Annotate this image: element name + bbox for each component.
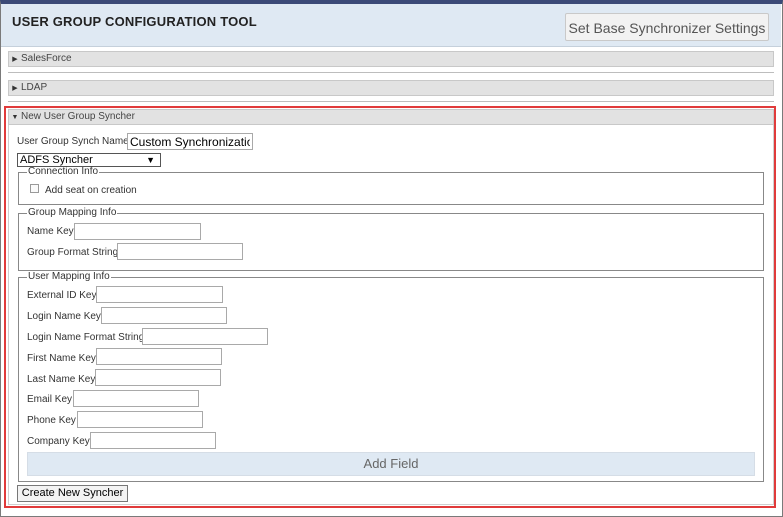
app-header: USER GROUP CONFIGURATION TOOL Set Base S… — [1, 4, 781, 47]
login-name-input[interactable] — [101, 307, 227, 324]
add-seat-label: Add seat on creation — [45, 185, 137, 196]
group-mapping-legend: Group Mapping Info — [28, 207, 117, 218]
user-mapping-legend: User Mapping Info — [28, 271, 110, 282]
add-seat-checkbox[interactable] — [30, 184, 39, 193]
divider — [8, 101, 774, 102]
syncher-type-value: ADFS Syncher — [20, 154, 93, 166]
page-title: USER GROUP CONFIGURATION TOOL — [12, 14, 257, 29]
synch-name-input[interactable] — [127, 133, 253, 150]
first-name-label: First Name Key — [27, 353, 96, 364]
email-input[interactable] — [73, 390, 199, 407]
phone-input[interactable] — [77, 411, 203, 428]
login-name-label: Login Name Key — [27, 311, 101, 322]
company-input[interactable] — [90, 432, 216, 449]
last-name-label: Last Name Key — [27, 374, 96, 385]
accordion-label: LDAP — [21, 82, 48, 93]
accordion-salesforce[interactable]: ▶ SalesForce — [8, 51, 774, 67]
dropdown-arrow-icon: ▼ — [146, 155, 155, 165]
external-id-input[interactable] — [96, 286, 223, 303]
company-label: Company Key — [27, 436, 90, 447]
connection-info-legend: Connection Info — [28, 166, 99, 177]
caret-right-icon: ▶ — [12, 56, 18, 63]
name-key-label: Name Key — [27, 226, 74, 237]
phone-label: Phone Key — [27, 415, 76, 426]
login-format-input[interactable] — [142, 328, 268, 345]
add-field-button[interactable]: Add Field — [27, 452, 755, 476]
login-format-label: Login Name Format String — [27, 332, 145, 343]
divider — [8, 72, 774, 73]
last-name-input[interactable] — [95, 369, 221, 386]
syncher-type-select[interactable]: ADFS Syncher ▼ — [17, 153, 161, 167]
caret-down-icon: ▼ — [11, 114, 19, 121]
set-base-settings-button[interactable]: Set Base Synchronizer Settings — [565, 13, 769, 41]
name-key-input[interactable] — [74, 223, 201, 240]
accordion-ldap[interactable]: ▶ LDAP — [8, 80, 774, 96]
accordion-new-user-group-syncher[interactable]: ▼ New User Group Syncher — [8, 109, 774, 125]
external-id-label: External ID Key — [27, 290, 97, 301]
email-label: Email Key — [27, 394, 73, 405]
first-name-input[interactable] — [96, 348, 222, 365]
group-format-input[interactable] — [117, 243, 243, 260]
create-new-syncher-button[interactable]: Create New Syncher — [17, 485, 128, 502]
caret-right-icon: ▶ — [12, 85, 18, 92]
accordion-label: New User Group Syncher — [21, 111, 135, 122]
group-format-label: Group Format String — [27, 247, 119, 258]
synch-name-label: User Group Synch Name — [17, 136, 129, 147]
accordion-label: SalesForce — [21, 53, 72, 64]
